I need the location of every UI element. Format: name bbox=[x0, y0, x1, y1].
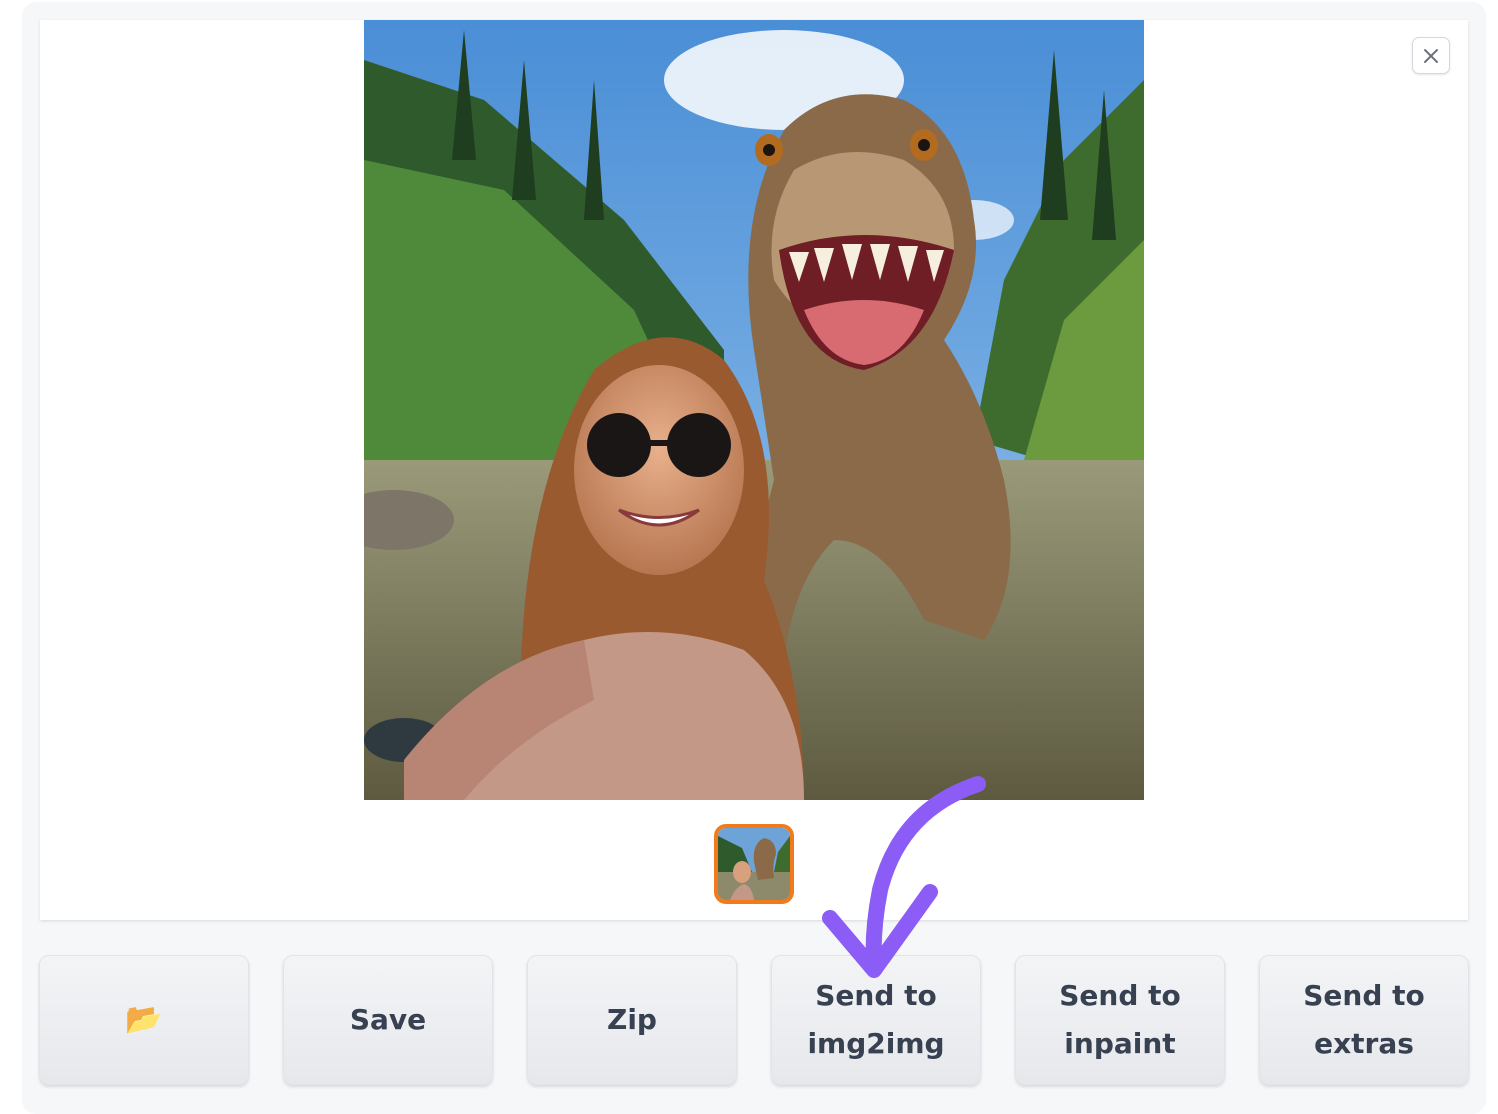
zip-button-label: Zip bbox=[607, 1003, 657, 1036]
open-folder-button[interactable]: 📂 bbox=[39, 955, 249, 1085]
send-to-inpaint-button[interactable]: Send to inpaint bbox=[1015, 955, 1225, 1085]
gallery-thumbnail[interactable] bbox=[714, 824, 794, 904]
close-button[interactable] bbox=[1412, 37, 1450, 74]
send-to-img2img-label: Send to img2img bbox=[807, 979, 945, 1060]
send-to-extras-label: Send to extras bbox=[1303, 979, 1425, 1060]
folder-icon: 📂 bbox=[125, 1002, 163, 1037]
save-button[interactable]: Save bbox=[283, 955, 493, 1085]
send-to-img2img-button[interactable]: Send to img2img bbox=[771, 955, 981, 1085]
save-button-label: Save bbox=[349, 1003, 427, 1036]
thumbnail-image bbox=[718, 828, 790, 900]
generated-image[interactable] bbox=[364, 20, 1144, 800]
close-icon bbox=[1424, 48, 1438, 63]
generated-image-picture bbox=[364, 20, 1144, 800]
zip-button[interactable]: Zip bbox=[527, 955, 737, 1085]
send-to-inpaint-label: Send to inpaint bbox=[1059, 979, 1181, 1060]
send-to-extras-button[interactable]: Send to extras bbox=[1259, 955, 1469, 1085]
